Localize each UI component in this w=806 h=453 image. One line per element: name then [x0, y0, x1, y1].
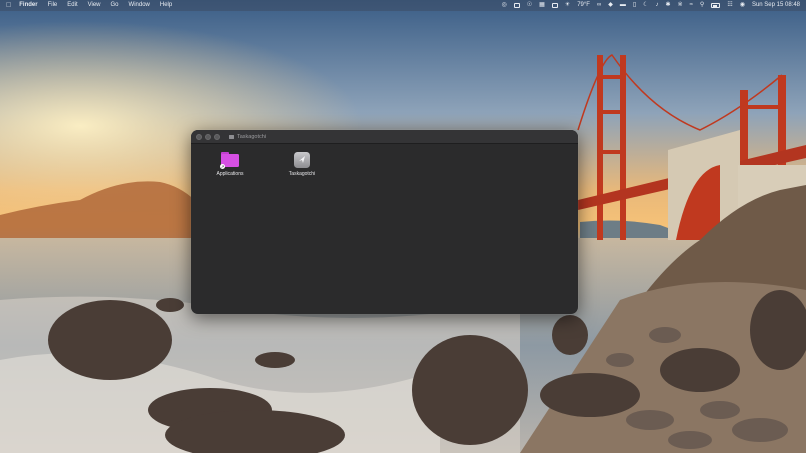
weather-icon[interactable]: ☀ — [565, 0, 570, 11]
window-title-group: Taskagotchi — [229, 134, 266, 140]
menu-window[interactable]: Window — [129, 0, 150, 11]
display-icon[interactable]: ▬ — [620, 0, 626, 11]
moon-icon[interactable]: ☾ — [643, 0, 648, 11]
alias-arrow-icon: ↗ — [220, 164, 225, 169]
bluetooth-icon[interactable]: ※ — [678, 0, 683, 11]
music-icon[interactable]: ♪ — [656, 0, 659, 11]
menu-go[interactable]: Go — [111, 0, 119, 11]
window-titlebar[interactable]: Taskagotchi — [191, 130, 578, 144]
grid-icon[interactable]: ▦ — [539, 0, 545, 11]
battery-icon[interactable] — [711, 3, 721, 8]
menu-clock[interactable]: Sun Sep 15 08:48 — [752, 0, 800, 11]
search-icon[interactable]: ⚲ — [700, 0, 704, 11]
file-label: Applications — [216, 171, 244, 177]
desktop:  Finder File Edit View Go Window Help ◎… — [0, 0, 806, 453]
file-label: Taskagotchi — [288, 171, 316, 177]
app-icon[interactable] — [294, 152, 310, 168]
file-item-taskagotchi[interactable]: Taskagotchi — [277, 152, 327, 177]
wifi-icon[interactable]: ≈ — [690, 0, 693, 11]
finder-window[interactable]: Taskagotchi ↗ Applications Taskagotchi — [191, 130, 578, 314]
close-button[interactable] — [196, 133, 202, 140]
focus-icon[interactable]: ◎ — [501, 0, 506, 11]
menu-bar:  Finder File Edit View Go Window Help ◎… — [0, 0, 806, 11]
menu-file[interactable]: File — [48, 0, 58, 11]
status-area: ◎ ☉ ▦ ☀ 79°F ∞ ◆ ▬ ▯ ☾ ♪ ✱ ※ ≈ ⚲ ☷ ◉ Sun… — [501, 0, 800, 11]
app-icon-wrapper[interactable] — [293, 152, 311, 168]
minimize-button[interactable] — [205, 133, 211, 140]
camera-icon[interactable] — [551, 3, 558, 8]
dropbox-icon[interactable]: ◆ — [608, 0, 613, 11]
control-center-icon[interactable]: ☷ — [727, 0, 732, 11]
phone-icon[interactable]: ▯ — [633, 0, 636, 11]
menu-edit[interactable]: Edit — [67, 0, 77, 11]
shield-icon[interactable]: ☉ — [527, 0, 532, 11]
menu-view[interactable]: View — [88, 0, 101, 11]
app-glyph-icon — [299, 156, 305, 163]
menu-help[interactable]: Help — [160, 0, 172, 11]
file-item-applications[interactable]: ↗ Applications — [205, 152, 255, 177]
pin-icon[interactable]: ✱ — [666, 0, 671, 11]
menu-finder[interactable]: Finder — [19, 0, 37, 11]
zoom-button[interactable] — [214, 133, 220, 140]
apple-icon[interactable]:  — [6, 0, 11, 11]
link-icon[interactable]: ∞ — [597, 0, 601, 11]
folder-alias-icon[interactable]: ↗ — [220, 152, 239, 169]
folder-icon — [229, 134, 234, 139]
screen-record-icon[interactable] — [513, 3, 520, 8]
weather-temperature[interactable]: 79°F — [577, 0, 590, 11]
window-title: Taskagotchi — [237, 133, 267, 140]
siri-icon[interactable]: ◉ — [740, 0, 745, 11]
